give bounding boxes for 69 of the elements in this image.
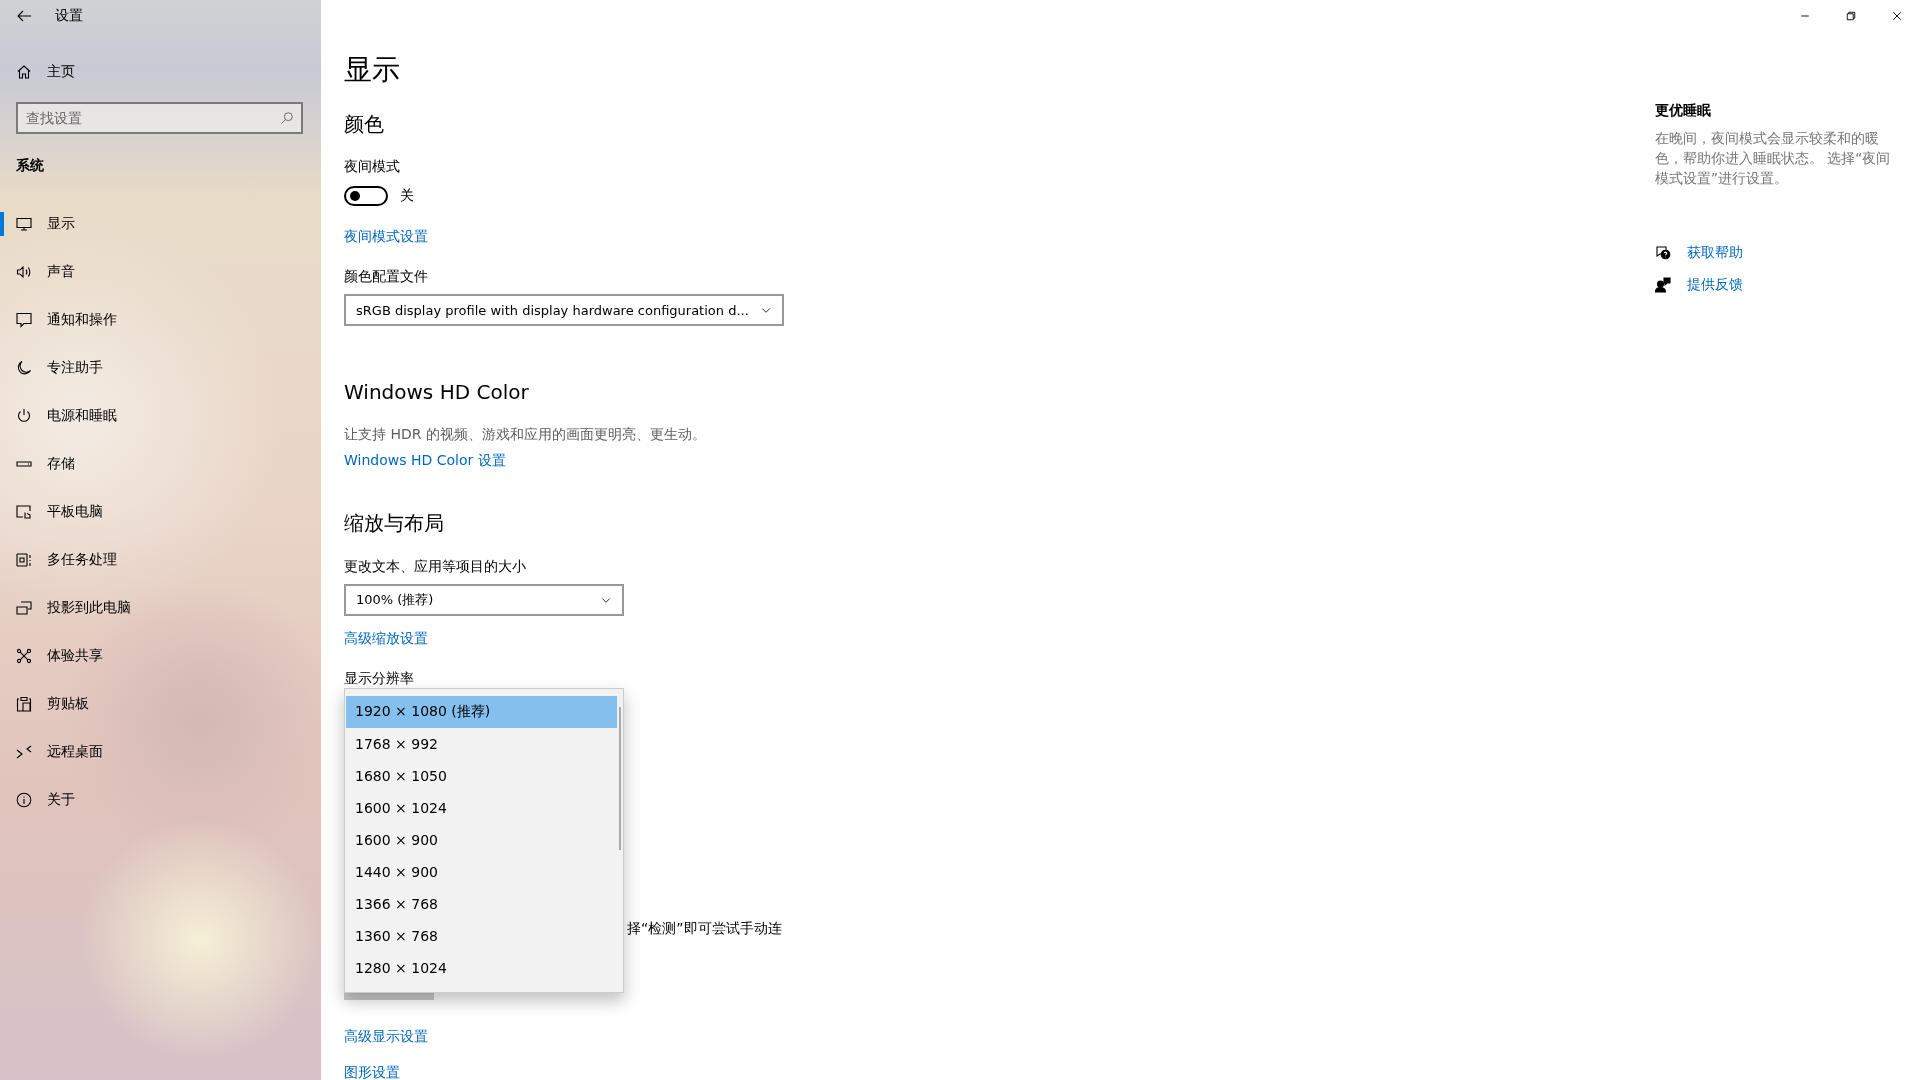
- dropdown-option[interactable]: 1600 × 900: [346, 824, 617, 856]
- field-label: 颜色配置文件: [344, 267, 429, 286]
- hd-color-settings-link[interactable]: Windows HD Color 设置: [344, 450, 506, 470]
- person-feedback-icon: [1655, 277, 1671, 293]
- page-title: 显示: [344, 52, 401, 88]
- sidebar-item[interactable]: 多任务处理: [0, 536, 321, 584]
- field-label: 显示分辨率: [344, 669, 415, 688]
- scale-dropdown[interactable]: 100% (推荐): [344, 584, 624, 616]
- share-icon: [16, 648, 32, 664]
- sidebar-item[interactable]: 通知和操作: [0, 296, 321, 344]
- window-title: 设置: [55, 7, 83, 25]
- sidebar-item[interactable]: 体验共享: [0, 632, 321, 680]
- monitor-icon: [16, 216, 32, 232]
- help-bubble-icon: [1655, 245, 1671, 261]
- dropdown-option[interactable]: 1768 × 992: [346, 728, 617, 760]
- color-profile-dropdown[interactable]: sRGB display profile with display hardware configuration d...: [344, 294, 784, 326]
- section-heading: 缩放与布局: [344, 510, 445, 537]
- speaker-icon: [16, 264, 32, 280]
- side-panel-heading: 更优睡眠: [1655, 101, 1712, 120]
- advanced-scaling-link[interactable]: 高级缩放设置: [344, 628, 428, 648]
- section-heading: 颜色: [344, 111, 385, 138]
- moon-icon: [16, 360, 32, 376]
- dropdown-option[interactable]: 1360 × 768: [346, 920, 617, 952]
- field-label: 夜间模式: [344, 157, 401, 176]
- field-label: 更改文本、应用等项目的大小: [344, 557, 527, 576]
- remote-desktop-icon: [16, 744, 32, 760]
- projector-icon: [16, 600, 32, 616]
- sidebar-item[interactable]: 存储: [0, 440, 321, 488]
- dropdown-option[interactable]: 1280 × 1024: [346, 952, 617, 984]
- sidebar-item[interactable]: 关于: [0, 776, 321, 824]
- section-heading: 系统: [15, 156, 45, 175]
- info-icon: [16, 792, 32, 808]
- feedback-link[interactable]: 提供反馈: [1687, 276, 1743, 294]
- section-heading: Windows HD Color: [344, 379, 530, 406]
- sidebar-item[interactable]: 剪贴板: [0, 680, 321, 728]
- speech-bubble-icon: [16, 312, 32, 328]
- toggle-state: 关: [400, 187, 414, 205]
- night-light-settings-link[interactable]: 夜间模式设置: [344, 226, 428, 246]
- sidebar-item[interactable]: 显示: [0, 200, 321, 248]
- power-icon: [16, 408, 32, 424]
- home-link[interactable]: 主页: [0, 52, 321, 92]
- sidebar-item[interactable]: 平板电脑: [0, 488, 321, 536]
- home-icon: [16, 64, 32, 80]
- tablet-icon: [16, 504, 32, 520]
- graphics-settings-link[interactable]: 图形设置: [344, 1062, 400, 1080]
- clipboard-icon: [16, 696, 32, 712]
- sidebar-item[interactable]: 声音: [0, 248, 321, 296]
- search-field[interactable]: 查找设置: [16, 102, 303, 134]
- sidebar-item[interactable]: 投影到此电脑: [0, 584, 321, 632]
- multitask-icon: [16, 552, 32, 568]
- dropdown-option[interactable]: 1680 × 1050: [346, 760, 617, 792]
- back-arrow-icon: [16, 8, 32, 24]
- sidebar-item[interactable]: 电源和睡眠: [0, 392, 321, 440]
- dropdown-option[interactable]: 1920 × 1080 (推荐): [346, 696, 617, 728]
- close-icon: [1891, 10, 1903, 22]
- resolution-dropdown-list[interactable]: 1920 × 1080 (推荐) 1768 × 992 1680 × 1050 1600 × 1024 1600 × 900 1440 × 900 1366 × 768 1360 × 768 1280 × 1024: [344, 688, 624, 993]
- sidebar-item[interactable]: 专注助手: [0, 344, 321, 392]
- description-text: 让支持 HDR 的视频、游戏和应用的画面更明亮、更生动。: [344, 425, 707, 444]
- restore-icon: [1845, 10, 1857, 22]
- dropdown-option[interactable]: 1600 × 1024: [346, 792, 617, 824]
- advanced-display-link[interactable]: 高级显示设置: [344, 1026, 428, 1046]
- side-panel-text: 在晚间，夜间模式会显示较柔和的暖色，帮助你进入睡眠状态。 选择“夜间模式设置”进行设置。: [1655, 129, 1892, 188]
- toggle-switch[interactable]: [344, 186, 388, 206]
- dropdown-option[interactable]: 1366 × 768: [346, 888, 617, 920]
- hint-text: 择“检测”即可尝试手动连: [627, 919, 783, 938]
- search-icon: [280, 111, 294, 125]
- help-link[interactable]: 获取帮助: [1687, 244, 1743, 262]
- dropdown-option[interactable]: 1440 × 900: [346, 856, 617, 888]
- sidebar-item[interactable]: 远程桌面: [0, 728, 321, 776]
